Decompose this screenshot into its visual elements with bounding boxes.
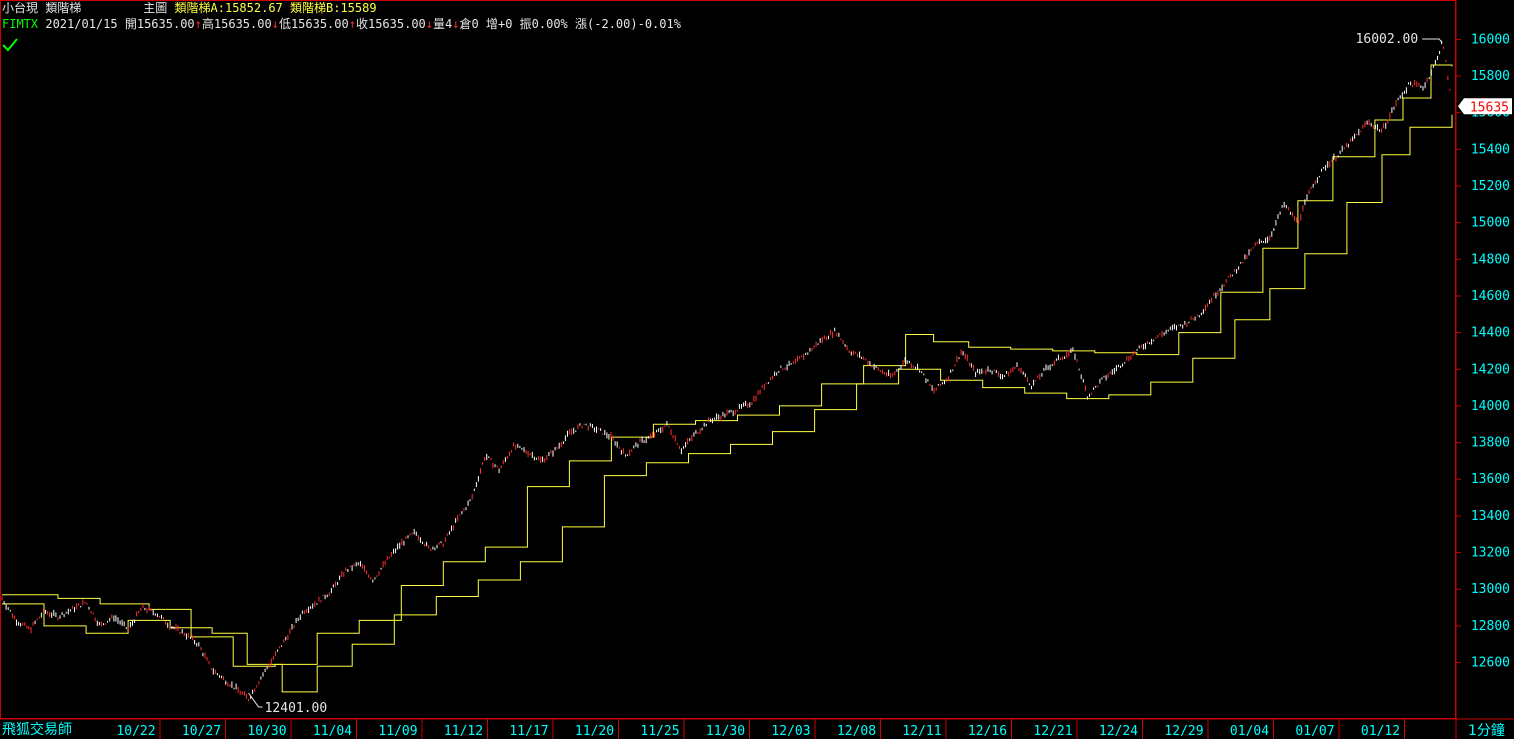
amplitude-value: 振0.00% [519, 17, 568, 31]
x-tick-label: 01/04 [1230, 724, 1269, 739]
y-tick-label: 13800 [1471, 436, 1510, 451]
ladder-b-value: 類階梯B:15589 [290, 1, 377, 15]
min-leader-line [248, 692, 263, 708]
x-tick-label: 11/09 [378, 724, 417, 739]
y-tick-label: 14600 [1471, 289, 1510, 304]
y-tick-label: 14000 [1471, 399, 1510, 414]
x-tick-label: 01/12 [1361, 724, 1400, 739]
chart-frame [0, 0, 1456, 719]
open-value: 開15635.00 [124, 17, 195, 31]
x-tick-label: 12/24 [1099, 724, 1138, 739]
x-tick-label: 12/21 [1033, 724, 1072, 739]
close-value: 收15635.00 [355, 17, 426, 31]
max-price-label: 16002.00 [1356, 32, 1419, 47]
panel-label: 主圖 [143, 1, 168, 15]
brand-label: 飛狐交易師 [2, 721, 72, 738]
interval-label[interactable]: 1分鐘 [1468, 722, 1505, 739]
price-bars [1, 40, 1451, 702]
price-chart[interactable]: 12600 12800 13000 13200 13400 13600 13800 14000… [0, 0, 1514, 739]
x-tick-label: 12/11 [902, 724, 941, 739]
x-tick-label: 12/08 [837, 724, 876, 739]
y-tick-label: 13400 [1471, 509, 1510, 524]
x-tick-label: 10/30 [247, 724, 286, 739]
check-icon[interactable] [2, 38, 18, 52]
y-tick-label: 15200 [1471, 179, 1510, 194]
y-tick-label: 14800 [1471, 252, 1510, 267]
y-tick-label: 12800 [1471, 619, 1510, 634]
time-axis: 飛狐交易師 10/22 10/27 10/30 11/04 11/09 11/12 11/17… [2, 719, 1505, 739]
max-leader-line [1422, 38, 1443, 44]
oi-change-value: 增+0 [485, 17, 513, 31]
y-tick-label: 14400 [1471, 326, 1510, 341]
y-tick-label: 12600 [1471, 656, 1510, 671]
ladder-lines [2, 64, 1453, 693]
oi-value: 倉0 [459, 17, 479, 31]
y-tick-label: 15000 [1471, 216, 1510, 231]
indicator-name[interactable]: 類階梯 [45, 1, 81, 15]
price-axis: 12600 12800 13000 13200 13400 13600 13800 14000… [1456, 32, 1510, 671]
y-tick-label: 15800 [1471, 69, 1510, 84]
ladder-line-a [2, 64, 1453, 667]
y-tick-label: 13000 [1471, 582, 1510, 597]
x-tick-label: 11/04 [313, 724, 352, 739]
last-price-label: 15635 [1470, 100, 1509, 115]
x-tick-label: 12/16 [968, 724, 1007, 739]
min-price-label: 12401.00 [265, 701, 328, 716]
volume-value: 量4 [433, 17, 453, 31]
header-line-2: FIMTX 2021/01/15 開15635.00↑高15635.00↓低15… [2, 17, 681, 31]
low-value: 低15635.00 [278, 17, 349, 31]
x-tick-label: 11/20 [575, 724, 614, 739]
ladder-line-b [2, 114, 1453, 693]
ladder-a-value: 類階梯A:15852.67 [174, 1, 283, 15]
x-tick-label: 10/22 [116, 724, 155, 739]
change-value: 漲(-2.00)-0.01% [575, 17, 681, 31]
x-tick-label: 10/27 [182, 724, 221, 739]
symbol-code[interactable]: FIMTX [2, 17, 38, 31]
high-value: 高15635.00 [201, 17, 272, 31]
y-tick-label: 13200 [1471, 546, 1510, 561]
y-tick-label: 14200 [1471, 362, 1510, 377]
y-tick-label: 13600 [1471, 472, 1510, 487]
x-tick-label: 11/17 [509, 724, 548, 739]
x-tick-label: 12/03 [771, 724, 810, 739]
y-tick-label: 16000 [1471, 32, 1510, 47]
x-tick-label: 11/25 [640, 724, 679, 739]
x-tick-label: 11/12 [444, 724, 483, 739]
annotations: 16002.00 12401.00 15635 [248, 32, 1512, 716]
bar-date: 2021/01/15 [45, 17, 118, 31]
x-tick-label: 01/07 [1295, 724, 1334, 739]
x-tick-label: 11/30 [706, 724, 745, 739]
header-line-1: 小台現 類階梯 主圖 類階梯A:15852.67 類階梯B:15589 [2, 0, 377, 16]
y-tick-label: 15400 [1471, 142, 1510, 157]
symbol-name[interactable]: 小台現 [2, 1, 38, 15]
x-tick-label: 12/29 [1164, 724, 1203, 739]
